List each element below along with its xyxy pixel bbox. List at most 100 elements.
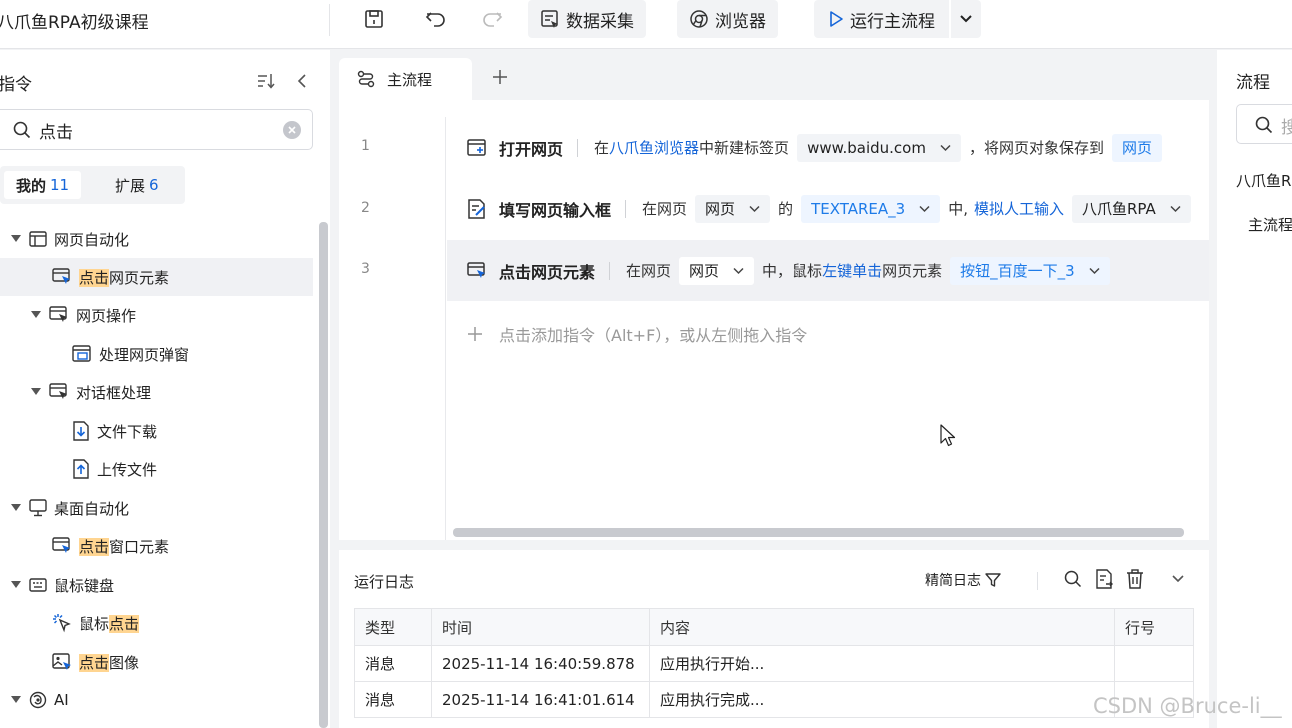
add-flow-tab-button[interactable]: [491, 68, 509, 86]
filter-icon: [985, 573, 1001, 587]
tab-main-flow[interactable]: 主流程: [339, 58, 472, 100]
flow-search-input[interactable]: 搜: [1236, 104, 1292, 144]
tree-item-click-image[interactable]: 点击图像: [52, 643, 139, 681]
command-search: [0, 109, 313, 150]
tree-group-ai[interactable]: AI: [10, 681, 69, 719]
tree-label: 网页自动化: [54, 230, 130, 249]
clear-search-button[interactable]: [283, 121, 301, 139]
caret-down-icon: [11, 235, 21, 242]
tree-group-desktop-automation[interactable]: 桌面自动化: [10, 489, 129, 527]
data-collect-icon: [541, 10, 558, 28]
tab-extension-label: 扩展: [115, 176, 146, 195]
collapse-panel-icon[interactable]: [296, 73, 308, 89]
close-icon: [288, 126, 296, 134]
tree-group-web-operation[interactable]: 网页操作: [30, 296, 136, 334]
commands-panel-title: 指令: [0, 75, 32, 95]
log-filter-label: 精简日志: [925, 573, 981, 589]
chevron-down-icon[interactable]: [1171, 574, 1185, 584]
browser-label: 浏览器: [715, 11, 766, 32]
run-log-table: 类型 时间 内容 行号 消息 2025-11-14 16:40:59.878 应…: [354, 608, 1194, 718]
log-tools: [1064, 569, 1185, 589]
monitor-icon: [29, 499, 47, 517]
export-log-icon[interactable]: [1095, 569, 1113, 589]
browser-button[interactable]: 浏览器: [677, 0, 778, 38]
table-row[interactable]: 消息 2025-11-14 16:40:59.878 应用执行开始...: [354, 645, 1194, 682]
tree-item-mouse-click[interactable]: 鼠标点击: [52, 604, 140, 642]
canvas-horizontal-scrollbar[interactable]: [453, 528, 1184, 537]
sort-icon[interactable]: [256, 72, 276, 90]
tree-label: 点击图像: [79, 653, 140, 672]
divider: [577, 138, 579, 157]
column-header[interactable]: 类型: [354, 608, 432, 646]
tree-item-upload-file[interactable]: 上传文件: [72, 450, 157, 488]
tree-label: 文件下载: [97, 422, 158, 441]
url-select[interactable]: www.baidu.com: [797, 133, 961, 162]
input-text-select[interactable]: 八爪鱼RPA: [1071, 194, 1191, 223]
redo-button[interactable]: [478, 6, 506, 32]
save-button[interactable]: [360, 6, 388, 32]
log-time: 2025-11-14 16:41:01.614: [431, 681, 650, 718]
element-select[interactable]: TEXTAREA_3: [801, 194, 941, 223]
tree-item-file-download[interactable]: 文件下载: [72, 412, 157, 450]
command-text: 的: [778, 200, 794, 218]
caret-down-icon: [11, 696, 21, 703]
fill-input-icon: [468, 198, 485, 219]
run-options-dropdown[interactable]: [951, 0, 981, 38]
click-element-icon: [467, 261, 485, 278]
tree-label: 鼠标键盘: [54, 576, 115, 595]
column-header[interactable]: 行号: [1114, 608, 1194, 646]
run-main-flow-button[interactable]: 运行主流程: [814, 0, 949, 38]
command-search-input[interactable]: [39, 118, 259, 142]
output-variable-chip[interactable]: 网页: [1112, 133, 1163, 162]
tree-group-web-automation[interactable]: 网页自动化: [10, 220, 129, 258]
data-collect-button[interactable]: 数据采集: [528, 0, 646, 38]
tree-group-dialog-handling[interactable]: 对话框处理: [30, 373, 151, 411]
dialog-icon: [49, 383, 67, 399]
click-mode-link[interactable]: 左键单击: [822, 260, 882, 281]
table-row[interactable]: 消息 2025-11-14 16:41:01.614 应用执行完成...: [354, 681, 1194, 718]
trash-icon[interactable]: [1126, 569, 1144, 589]
webpage-select[interactable]: 网页: [679, 256, 755, 285]
input-mode-link[interactable]: 模拟人工输入: [974, 198, 1064, 219]
chevron-down-icon: [1089, 267, 1100, 274]
ai-icon: [29, 691, 47, 709]
command-row-click-element[interactable]: 点击网页元素 在网页 网页 中，鼠标 左键单击 网页元素 按钮_百度一下_3: [447, 240, 1209, 301]
line-number: 3: [361, 261, 370, 277]
click-element-icon: [52, 537, 70, 553]
project-node[interactable]: 八爪鱼R: [1236, 170, 1291, 191]
divider: [609, 261, 611, 280]
run-log-title: 运行日志: [354, 573, 415, 591]
log-content: 应用执行完成...: [649, 681, 1115, 718]
command-row-fill-input[interactable]: 填写网页输入框 在网页 网页 的 TEXTAREA_3 中, 模拟人工输入 八爪…: [447, 178, 1209, 239]
log-type: 消息: [354, 645, 432, 682]
column-header[interactable]: 时间: [431, 608, 650, 646]
element-select[interactable]: 按钮_百度一下_3: [950, 256, 1110, 285]
webpage-select[interactable]: 网页: [695, 194, 771, 223]
command-text: ，将网页对象保存到: [968, 139, 1104, 157]
log-filter-button[interactable]: 精简日志: [925, 570, 1001, 590]
search-icon[interactable]: [1064, 570, 1082, 588]
tree-group-mouse-keyboard[interactable]: 鼠标键盘: [10, 566, 114, 604]
tab-extension[interactable]: 扩展 6: [103, 171, 171, 199]
undo-button[interactable]: [422, 6, 450, 32]
mouse-cursor: [940, 424, 958, 448]
add-command-hint[interactable]: 点击添加指令（Alt+F），或从左侧拖入指令: [467, 322, 807, 346]
mouse-click-icon: [53, 614, 71, 633]
download-icon: [73, 421, 89, 441]
tree-label: 桌面自动化: [54, 499, 130, 518]
tree-item-handle-popup[interactable]: 处理网页弹窗: [72, 335, 189, 373]
undo-icon: [425, 12, 445, 27]
flow-canvas: 1 2 3 打开网页 在 八爪鱼浏览器 中新建标签页 www.baidu.com…: [339, 100, 1209, 540]
tab-mine[interactable]: 我的 11: [4, 171, 82, 199]
command-row-open-webpage[interactable]: 打开网页 在 八爪鱼浏览器 中新建标签页 www.baidu.com ，将网页对…: [447, 117, 1209, 178]
tree-item-click-window-element[interactable]: 点击窗口元素: [52, 527, 169, 565]
tree-item-click-web-element[interactable]: 点击网页元素: [0, 258, 313, 296]
command-name: 点击网页元素: [499, 262, 596, 282]
browser-link[interactable]: 八爪鱼浏览器: [609, 137, 699, 158]
tree-label: AI: [54, 691, 69, 709]
flow-node-main[interactable]: 主流程: [1248, 214, 1292, 235]
command-text: 中新建标签页: [699, 139, 790, 157]
top-toolbar: 八爪鱼RPA初级课程 数据采集 浏览器 运行主流程: [0, 0, 1292, 49]
column-header[interactable]: 内容: [649, 608, 1115, 646]
commands-scrollbar[interactable]: [319, 222, 328, 728]
